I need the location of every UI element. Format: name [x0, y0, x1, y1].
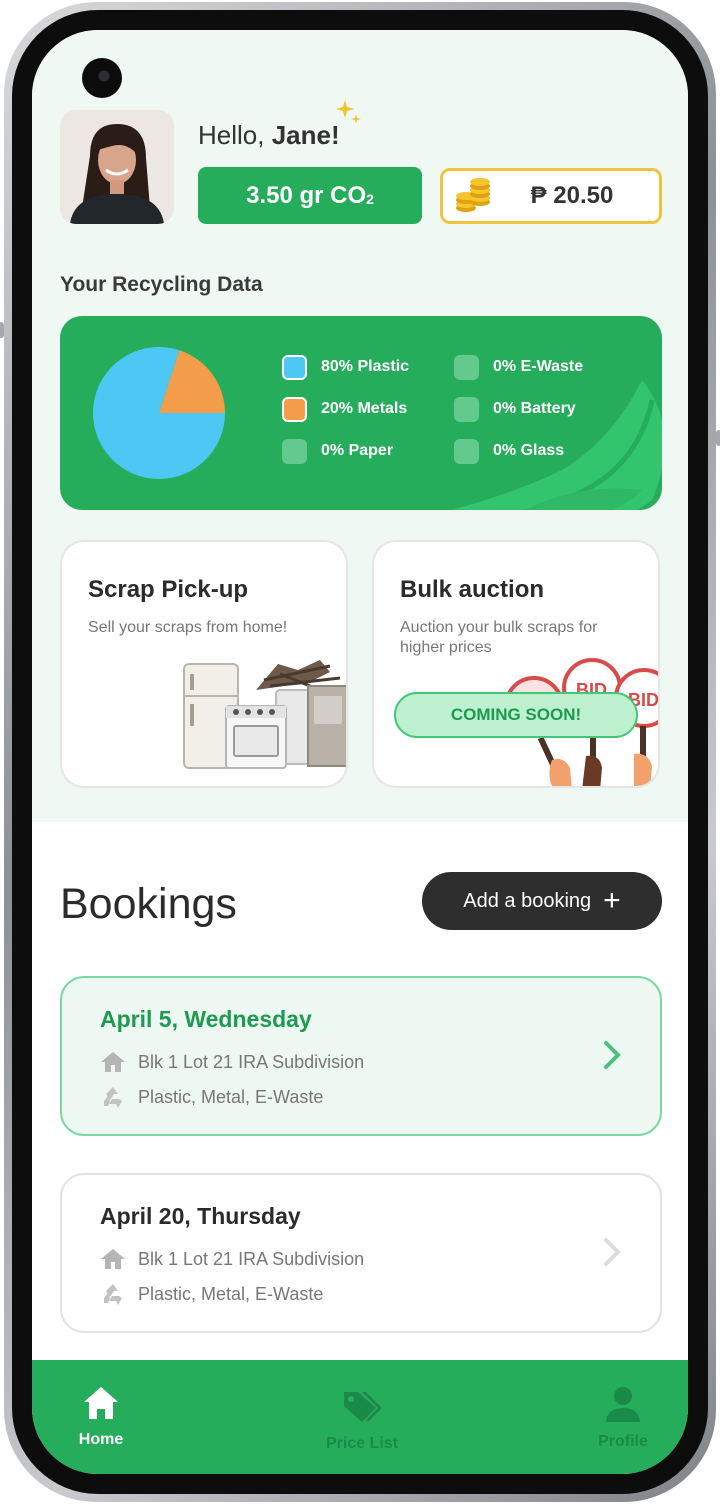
- legend-swatch: [282, 354, 307, 380]
- plus-icon: +: [603, 884, 621, 917]
- legend-swatch: [454, 396, 479, 422]
- booking-materials: Plastic, Metal, E-Waste: [138, 1086, 324, 1107]
- scrap-pile-image: [183, 660, 346, 769]
- legend-label: 0% Paper: [321, 442, 394, 459]
- chevron-right-icon[interactable]: [602, 1040, 622, 1070]
- bulk-auction-description: Auction your bulk scraps for higher pric…: [400, 619, 598, 656]
- coming-soon-badge: COMING SOON!: [394, 692, 638, 738]
- nav-home-label: Home: [78, 1431, 124, 1448]
- recycle-icon: [104, 1087, 122, 1108]
- legend-item-ewaste: 0% E-Waste: [454, 354, 626, 380]
- bulk-auction-card[interactable]: Bulk auction Auction your bulk scraps fo…: [372, 540, 660, 788]
- recycle-icon: [104, 1284, 122, 1305]
- nav-profile-label: Profile: [598, 1433, 648, 1450]
- add-booking-button[interactable]: Add a booking +: [422, 872, 662, 930]
- legend-swatch: [454, 354, 479, 380]
- camera-cutout: [82, 58, 122, 98]
- home-icon: [84, 1387, 118, 1419]
- legend-item-metals: 20% Metals: [282, 396, 454, 422]
- chevron-right-icon[interactable]: [602, 1237, 622, 1267]
- user-name: Jane!: [271, 120, 340, 150]
- price-tag-icon: [344, 1392, 382, 1422]
- booking-date: April 5, Wednesday: [100, 1006, 312, 1032]
- legend-label: 0% Glass: [493, 442, 565, 459]
- nav-profile[interactable]: Profile: [568, 1384, 678, 1451]
- booking-materials-row: Plastic, Metal, E-Waste: [100, 1084, 323, 1110]
- booking-card[interactable]: April 5, Wednesday Blk 1 Lot 21 IRA Subd…: [60, 976, 662, 1136]
- legend-label: 0% Battery: [493, 400, 576, 417]
- recycling-data-card[interactable]: 80% Plastic 0% E-Waste 20% Metals 0% Bat…: [60, 316, 662, 510]
- greeting-label: Hello,: [198, 120, 265, 150]
- legend-item-glass: 0% Glass: [454, 438, 626, 464]
- bulk-auction-title: Bulk auction: [400, 576, 545, 603]
- recycling-data-title: Your Recycling Data: [60, 273, 263, 296]
- nav-home[interactable]: Home: [46, 1384, 156, 1449]
- legend-swatch: [454, 438, 479, 464]
- booking-address: Blk 1 Lot 21 IRA Subdivision: [138, 1051, 365, 1072]
- add-booking-label: Add a booking: [463, 889, 592, 912]
- legend-label: 80% Plastic: [321, 358, 410, 375]
- home-icon: [101, 1249, 125, 1269]
- phone-bezel: Hello, Jane! 3.50 gr CO 2 ₱ 20.50 Your R…: [12, 10, 708, 1494]
- booking-address-row: Blk 1 Lot 21 IRA Subdivision: [100, 1050, 364, 1074]
- scrap-pickup-description: Sell your scraps from home!: [88, 619, 288, 636]
- app-screen: Hello, Jane! 3.50 gr CO 2 ₱ 20.50 Your R…: [32, 30, 688, 1474]
- booking-materials: Plastic, Metal, E-Waste: [138, 1283, 324, 1304]
- recycling-legend: 80% Plastic 0% E-Waste 20% Metals 0% Bat…: [282, 354, 626, 464]
- legend-label: 0% E-Waste: [493, 358, 584, 375]
- wallet-amount: ₱ 20.50: [530, 182, 614, 209]
- wallet-balance[interactable]: ₱ 20.50: [440, 168, 662, 224]
- nav-price-list[interactable]: Price List: [307, 1384, 417, 1453]
- co2-badge[interactable]: 3.50 gr CO 2: [198, 167, 422, 224]
- sparkle-icon: [334, 98, 364, 135]
- scrap-pickup-title: Scrap Pick-up: [88, 576, 249, 603]
- booking-date: April 20, Thursday: [100, 1203, 301, 1229]
- co2-value: 3.50 gr CO: [246, 181, 367, 209]
- legend-swatch: [282, 438, 307, 464]
- booking-materials-row: Plastic, Metal, E-Waste: [100, 1281, 323, 1307]
- recycling-pie-chart: [93, 347, 225, 479]
- greeting-text: Hello, Jane!: [198, 120, 340, 151]
- nav-price-list-label: Price List: [325, 1435, 399, 1452]
- phone-frame: Hello, Jane! 3.50 gr CO 2 ₱ 20.50 Your R…: [0, 2, 720, 1502]
- booking-address-row: Blk 1 Lot 21 IRA Subdivision: [100, 1247, 364, 1271]
- coins-icon: [443, 178, 503, 214]
- legend-item-paper: 0% Paper: [282, 438, 454, 464]
- header-section: Hello, Jane! 3.50 gr CO 2 ₱ 20.50 Your R…: [32, 30, 688, 822]
- legend-item-battery: 0% Battery: [454, 396, 626, 422]
- legend-label: 20% Metals: [321, 400, 408, 417]
- co2-subscript: 2: [366, 190, 374, 207]
- scrap-pickup-card[interactable]: Scrap Pick-up Sell your scraps from home…: [60, 540, 348, 788]
- avatar[interactable]: [60, 110, 174, 224]
- booking-card[interactable]: April 20, Thursday Blk 1 Lot 21 IRA Subd…: [60, 1173, 662, 1333]
- legend-item-plastic: 80% Plastic: [282, 354, 454, 380]
- bookings-title: Bookings: [60, 880, 237, 928]
- profile-icon: [606, 1387, 640, 1422]
- bottom-navigation: Home Price List Profile: [32, 1360, 688, 1474]
- home-icon: [101, 1052, 125, 1072]
- booking-address: Blk 1 Lot 21 IRA Subdivision: [138, 1248, 365, 1269]
- legend-swatch: [282, 396, 307, 422]
